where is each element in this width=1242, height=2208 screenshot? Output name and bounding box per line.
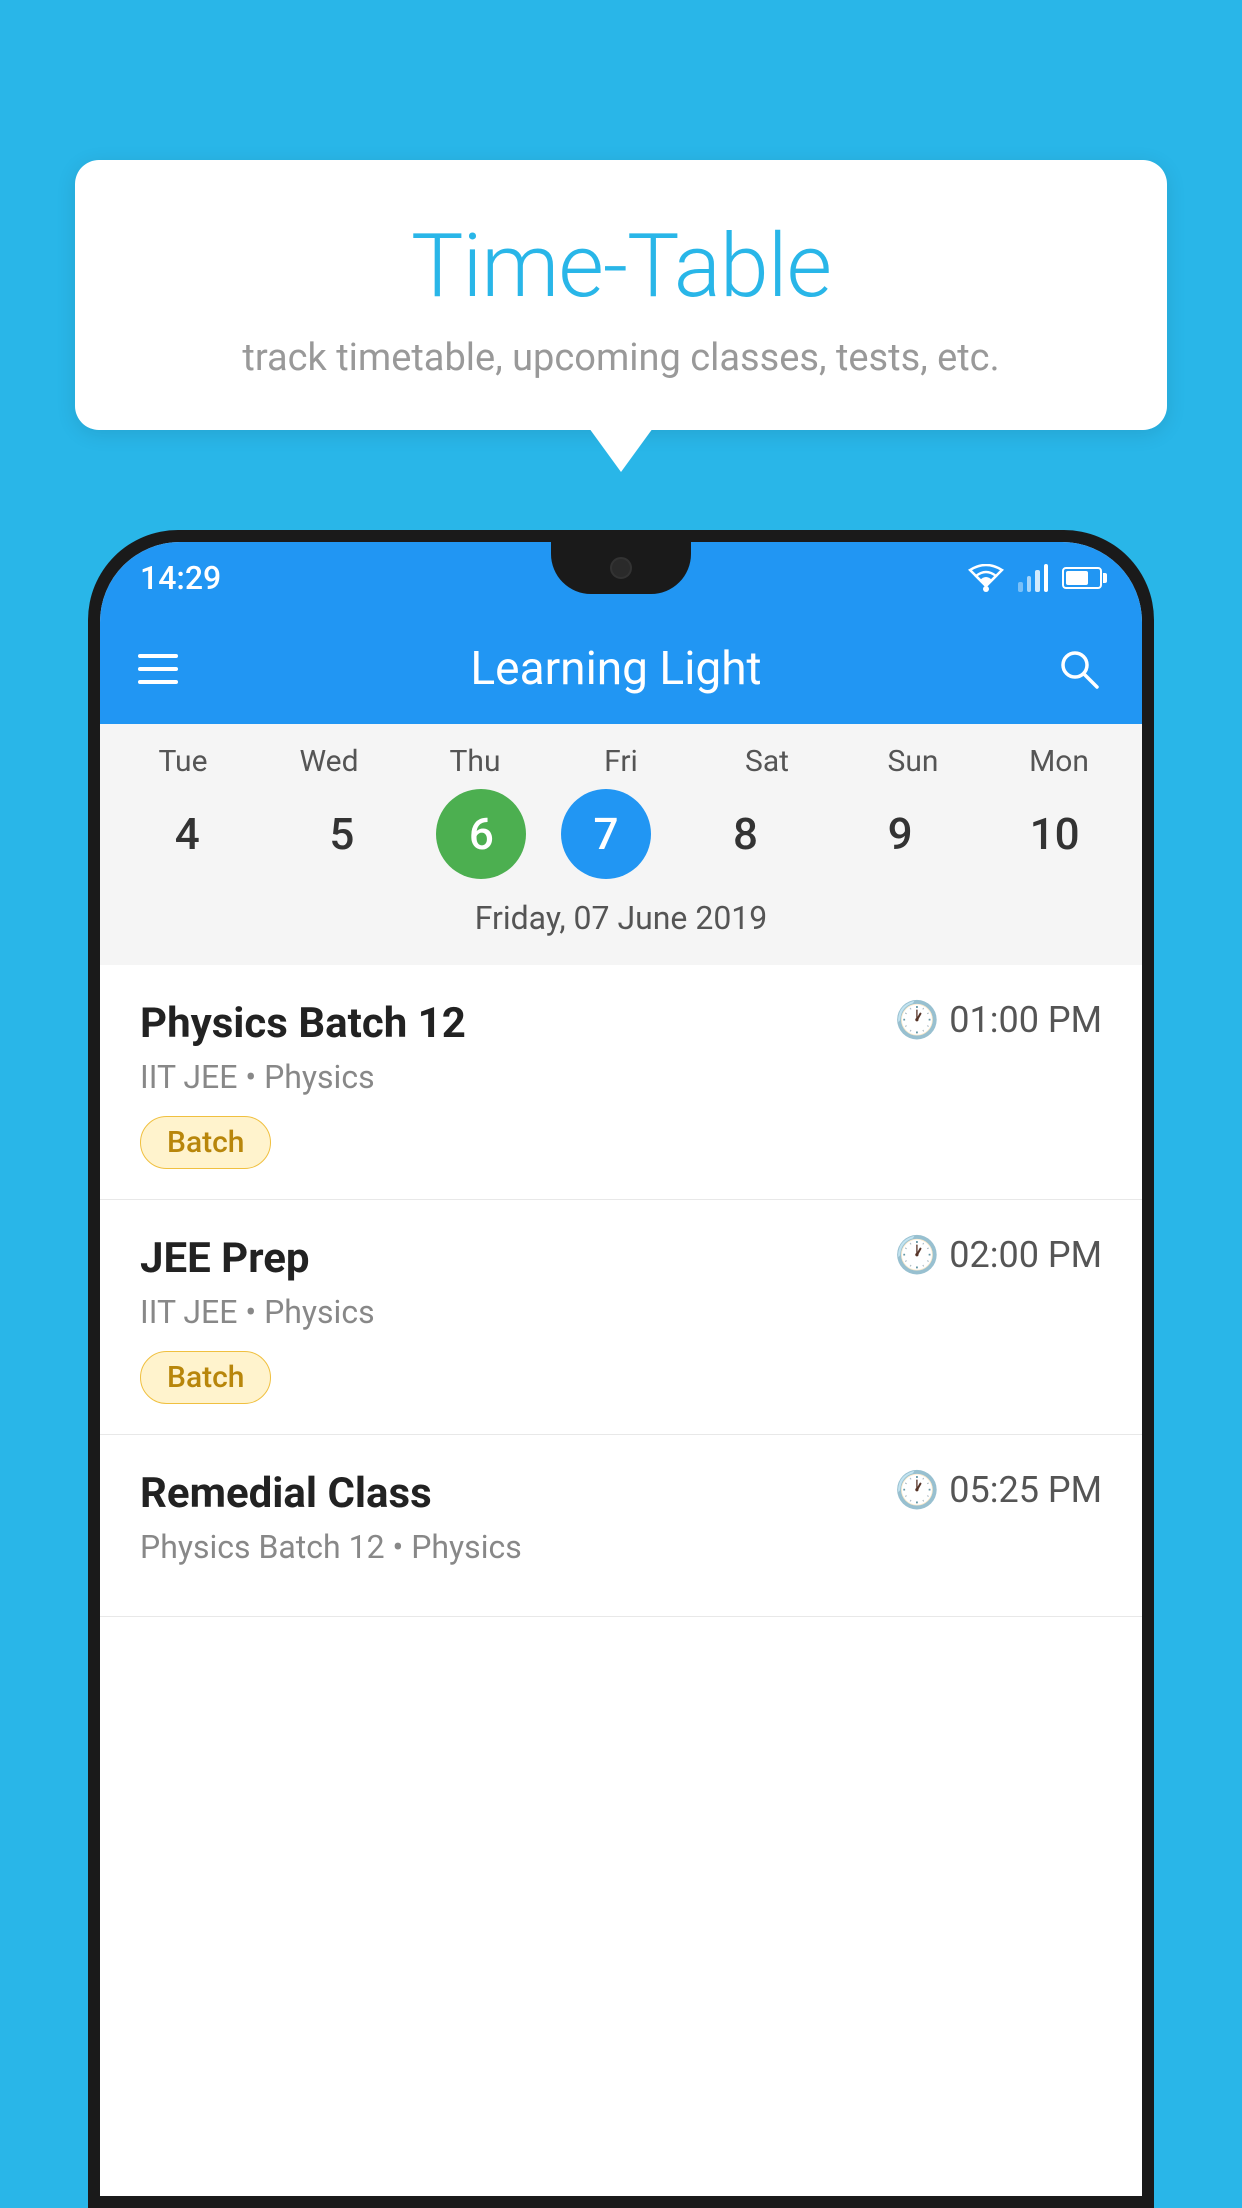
app-subtitle: track timetable, upcoming classes, tests… (135, 336, 1107, 380)
search-icon (1057, 647, 1101, 691)
class-time-3: 🕐 05:25 PM (894, 1469, 1102, 1511)
day-8[interactable]: 8 (686, 789, 806, 879)
day-header-tue: Tue (123, 744, 243, 779)
status-icons (968, 564, 1102, 592)
class-item-1-top: Physics Batch 12 🕐 01:00 PM (140, 999, 1102, 1048)
day-header-mon: Mon (999, 744, 1119, 779)
class-time-label-3: 05:25 PM (949, 1469, 1102, 1511)
class-item-1[interactable]: Physics Batch 12 🕐 01:00 PM IIT JEE • Ph… (100, 965, 1142, 1200)
status-bar: 14:29 (100, 542, 1142, 614)
day-header-sat: Sat (707, 744, 827, 779)
selected-date: Friday, 07 June 2019 (100, 889, 1142, 955)
class-time-1: 🕐 01:00 PM (894, 999, 1102, 1041)
phone-inner: 14:29 (100, 542, 1142, 2196)
class-name-1: Physics Batch 12 (140, 999, 466, 1048)
class-item-3[interactable]: Remedial Class 🕐 05:25 PM Physics Batch … (100, 1435, 1142, 1617)
hamburger-line-2 (138, 667, 178, 671)
batch-tag-2: Batch (140, 1351, 271, 1404)
app-title: Time-Table (135, 215, 1107, 318)
notch (551, 542, 691, 594)
clock-icon-3: 🕐 (894, 1469, 939, 1511)
day-9[interactable]: 9 (840, 789, 960, 879)
calendar-strip: Tue Wed Thu Fri Sat Sun Mon 4 5 6 7 8 9 … (100, 724, 1142, 965)
signal-icon (1018, 564, 1048, 592)
day-10[interactable]: 10 (995, 789, 1115, 879)
clock-icon-1: 🕐 (894, 999, 939, 1041)
day-7-selected[interactable]: 7 (561, 789, 651, 879)
speech-bubble-container: Time-Table track timetable, upcoming cla… (75, 160, 1167, 430)
phone-outer: 14:29 (88, 530, 1154, 2208)
class-name-3: Remedial Class (140, 1469, 432, 1518)
app-bar: Learning Light (100, 614, 1142, 724)
phone-mockup: 14:29 (88, 530, 1154, 2208)
class-item-2[interactable]: JEE Prep 🕐 02:00 PM IIT JEE • Physics Ba… (100, 1200, 1142, 1435)
day-4[interactable]: 4 (127, 789, 247, 879)
speech-bubble: Time-Table track timetable, upcoming cla… (75, 160, 1167, 430)
search-button[interactable] (1054, 644, 1104, 694)
class-subtitle-1: IIT JEE • Physics (140, 1058, 1102, 1096)
day-header-thu: Thu (415, 744, 535, 779)
hamburger-line-1 (138, 654, 178, 658)
day-header-sun: Sun (853, 744, 973, 779)
day-header-fri: Fri (561, 744, 681, 779)
class-time-label-2: 02:00 PM (949, 1234, 1102, 1276)
classes-list: Physics Batch 12 🕐 01:00 PM IIT JEE • Ph… (100, 965, 1142, 1617)
battery-icon (1062, 567, 1102, 589)
hamburger-line-3 (138, 680, 178, 684)
class-item-2-top: JEE Prep 🕐 02:00 PM (140, 1234, 1102, 1283)
class-item-3-top: Remedial Class 🕐 05:25 PM (140, 1469, 1102, 1518)
batch-tag-1: Batch (140, 1116, 271, 1169)
class-time-label-1: 01:00 PM (949, 999, 1102, 1041)
hamburger-menu-icon[interactable] (138, 654, 178, 684)
wifi-icon (968, 564, 1004, 592)
camera-dot (610, 557, 632, 579)
clock-icon-2: 🕐 (894, 1234, 939, 1276)
day-5[interactable]: 5 (282, 789, 402, 879)
day-6-today[interactable]: 6 (436, 789, 526, 879)
class-time-2: 🕐 02:00 PM (894, 1234, 1102, 1276)
class-subtitle-2: IIT JEE • Physics (140, 1293, 1102, 1331)
day-numbers: 4 5 6 7 8 9 10 (100, 789, 1142, 889)
class-subtitle-3: Physics Batch 12 • Physics (140, 1528, 1102, 1566)
status-time: 14:29 (140, 559, 221, 597)
app-bar-title: Learning Light (208, 642, 1024, 696)
day-header-wed: Wed (269, 744, 389, 779)
day-headers: Tue Wed Thu Fri Sat Sun Mon (100, 744, 1142, 789)
class-name-2: JEE Prep (140, 1234, 310, 1283)
